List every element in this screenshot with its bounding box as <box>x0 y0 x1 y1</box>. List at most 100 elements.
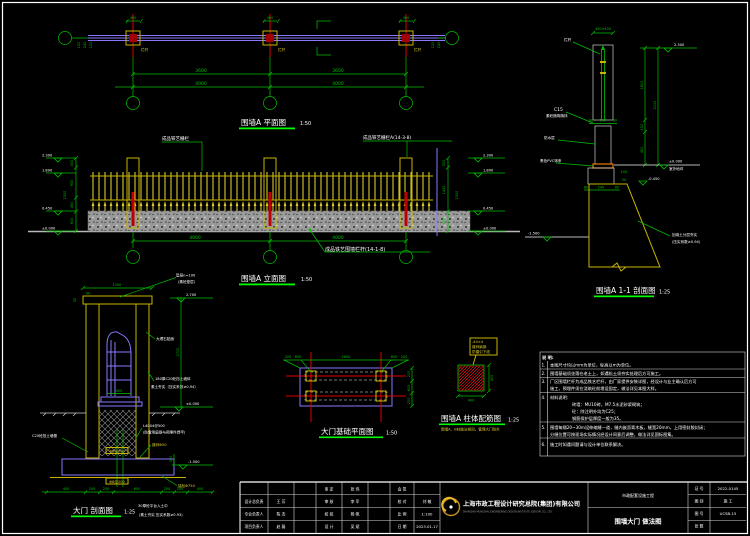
view-title: 围墙A 1-1 剖面图 <box>596 285 656 295</box>
dim-label: 1800 <box>640 81 644 90</box>
tb-info-label: 证 号 <box>695 486 704 491</box>
dim-label: 600 <box>391 355 397 359</box>
svg-text:防雷引下线: 防雷引下线 <box>472 349 490 354</box>
backfill-sublabel: (压实系数≥0.94) <box>672 239 701 244</box>
level-label: 2.700 <box>186 293 197 297</box>
tb-info-label: 张 数 <box>695 524 704 529</box>
dim-label: 200 <box>407 371 411 377</box>
level-label: 2.300 <box>674 43 685 47</box>
dim-label: 60 <box>584 186 588 190</box>
note-text: 本图尺寸均以mm为单位，标高以m为单位。 <box>550 362 633 369</box>
dim-label: 200 <box>89 487 95 491</box>
dim-label: 4000 <box>332 81 344 87</box>
dim-label: 300 <box>169 456 173 462</box>
dim-label: 200 <box>103 487 109 491</box>
angle-steel-label: L40X4@500 <box>143 424 165 428</box>
dim-label: 400 <box>267 16 273 20</box>
backfill-label: 回填土分层夯实 <box>672 232 698 237</box>
dim-label: 120 <box>89 42 93 48</box>
column-rebar-detail: -40×4 镀锌扁钢 防雷引下线 400 400 围墙A 柱体配筋图 1:25 … <box>439 338 519 432</box>
note-text: 施工，预埋件须在浇筑砼前埋设固定，做法详见本图大样。 <box>550 385 659 392</box>
tb-cell: 张 伟 <box>351 487 360 492</box>
rebar-tag: Φ8@200 <box>106 478 128 484</box>
dim-label: 600 <box>70 218 74 224</box>
tb-cell: 赵 磊 <box>277 524 286 529</box>
level-sublabel: 室外地坪 <box>669 166 684 171</box>
tb-cell: 比 例 <box>398 512 407 517</box>
dim-label: 2700 <box>176 348 180 357</box>
column-label: 栏杆 <box>414 47 422 52</box>
soil-label: 素土夯实（压实系数≥0.94） <box>151 384 198 389</box>
grid-bubble <box>400 97 413 110</box>
dim-label: 80 <box>613 119 617 123</box>
grid-bubble <box>446 32 459 45</box>
svg-text:Φ8@200: Φ8@200 <box>109 480 125 484</box>
grid-bubble <box>127 97 140 110</box>
dim-label: 400×400 <box>595 27 611 31</box>
dim-label: 240 <box>598 186 604 190</box>
tb-info-label: 图 号 <box>695 511 704 516</box>
cad-drawing-sheet: 120 240 120 120 240 400 栏杆 400 栏杆 400 <box>0 0 750 536</box>
level-label: ±0.000 <box>42 227 56 231</box>
cap-annotation: 垫层n=100 <box>176 273 196 278</box>
tb-info-value: 施 工 <box>724 499 733 504</box>
dim-label: 4000 <box>195 81 207 87</box>
dim-label: 3600 <box>332 68 344 74</box>
dim-label: 2300 <box>455 191 459 200</box>
level-label: 2.300 <box>483 154 494 158</box>
dim-label: 90 <box>86 292 90 296</box>
dim-label: 400 <box>197 487 203 491</box>
tb-cell: 刘 敏 <box>423 499 432 504</box>
svg-text:-40×4: -40×4 <box>472 340 484 344</box>
view-scale: 1:50 <box>300 121 311 127</box>
title-underline <box>319 437 383 439</box>
elevation-view: 成品铁艺栅栏 成品铁艺栅栏A(14-3-8) 2.300 1.800 0.450… <box>28 134 520 285</box>
note-number: 5. <box>542 425 546 430</box>
material-label: C15 <box>554 107 563 113</box>
dim-label: 400 <box>468 399 474 403</box>
tb-cell: 日 期 <box>398 524 407 529</box>
note-number: 4. <box>542 395 546 400</box>
dim-label: 600 <box>295 355 301 359</box>
tb-cell: 王 芳 <box>277 499 286 504</box>
post-outline <box>593 45 613 120</box>
gate-wall-left <box>86 304 99 458</box>
view-scale: 1:25 <box>508 418 519 424</box>
dim-label: 450 <box>70 202 74 208</box>
gate-section-view: 1200 90 50 450 Φ8@200 Φ8@200 大 <box>32 273 214 518</box>
dim-label: 120 <box>431 42 435 48</box>
dim-label: 300 <box>70 160 74 166</box>
dim-label: 1200 <box>113 283 122 287</box>
dim-label: 450 <box>640 147 644 153</box>
dim-label: 240 <box>437 42 441 48</box>
post-label: 栏杆 <box>564 37 572 42</box>
view-scale: 1:25 <box>659 290 670 296</box>
tb-cell: 项目负责人 <box>245 524 264 529</box>
company-logo <box>442 498 459 516</box>
tb-cell: 吴 斌 <box>351 524 360 529</box>
note-number: 3. <box>542 379 546 384</box>
title-block: 设计总负责 王 芳 专业负责人 陈 杰 项目负责人 赵 磊 审 定 张 伟 审 … <box>240 482 747 533</box>
level-label: 0.450 <box>42 207 53 211</box>
dim-label: 150 <box>640 124 644 130</box>
view-scale: 1:50 <box>301 277 312 283</box>
view-title: 大门基础平面图 <box>321 426 374 436</box>
grid-bubble <box>264 251 277 264</box>
tb-cell: 审 定 <box>325 487 334 492</box>
dim-label: 400 <box>63 487 69 491</box>
tb-info-label: 图 别 <box>695 499 704 504</box>
view-title: 围墙A 立面图 <box>241 273 286 283</box>
dim-label: 600 <box>407 385 411 391</box>
section-1-1-view: 400×400 栏杆 C15 素砼随捣随抹 80 240 80 防水层 黑色PV… <box>525 27 701 297</box>
title-underline <box>239 128 295 130</box>
view-scale: 1:50 <box>386 431 397 437</box>
column-label: 栏杆 <box>278 47 286 52</box>
concrete-column-hatch <box>595 126 611 164</box>
notes-header: 说 明: <box>542 354 554 361</box>
title-underline <box>594 296 654 298</box>
footing-hatch <box>588 168 614 184</box>
column-label: 栏杆 <box>141 47 149 52</box>
note-text: 钢筋保护层厚度一般为35。 <box>572 415 623 422</box>
trim-label: 黑色PVC饰条 <box>540 158 562 163</box>
annotation: 成品铁艺栅栏 <box>162 135 189 142</box>
